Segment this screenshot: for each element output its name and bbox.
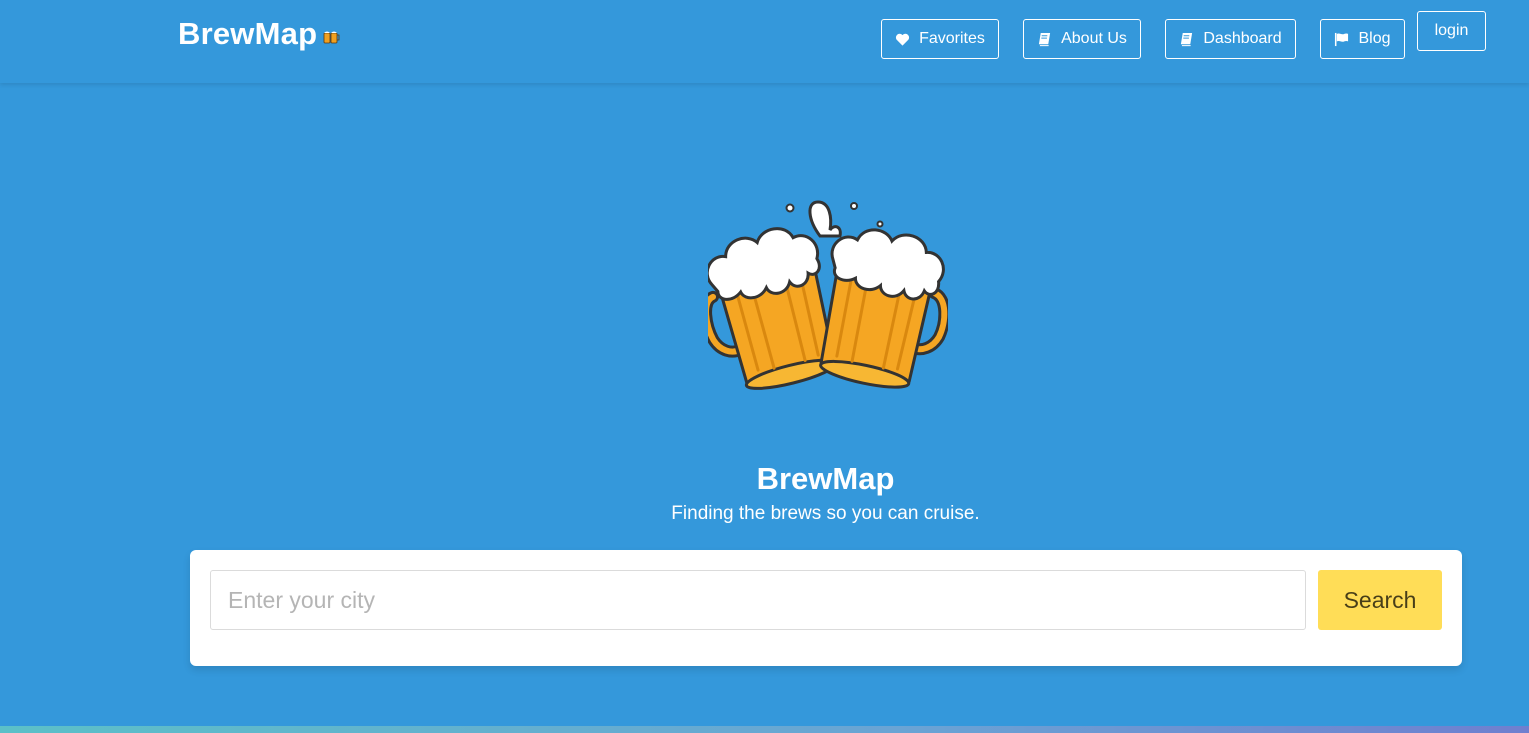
dashboard-button[interactable]: Dashboard [1165,19,1296,59]
blog-label: Blog [1358,30,1391,47]
book-icon [1038,32,1051,46]
bottom-gradient-strip [0,726,1529,733]
about-us-label: About Us [1061,30,1127,47]
page: BrewMap Favorites About Us Dashboard Blo… [0,0,1529,733]
heart-icon [896,33,910,46]
hero-subtitle: Finding the brews so you can cruise. [671,503,980,524]
book-icon [1181,32,1193,46]
dashboard-label: Dashboard [1203,30,1282,47]
navbar: BrewMap Favorites About Us Dashboard Blo… [0,0,1529,83]
search-card: Search [190,550,1462,666]
search-button[interactable]: Search [1318,570,1442,630]
blog-button[interactable]: Blog [1320,19,1405,59]
hero-title: BrewMap [756,461,895,496]
beer-mugs-icon [323,31,340,44]
favorites-label: Favorites [919,30,985,47]
city-search-input[interactable] [210,570,1306,630]
favorites-button[interactable]: Favorites [881,19,999,59]
brand-link[interactable]: BrewMap [178,16,340,52]
login-button[interactable]: login [1417,11,1486,51]
flag-icon [1335,32,1349,46]
about-us-button[interactable]: About Us [1023,19,1141,59]
brand-name: BrewMap [178,16,318,51]
clinking-beer-mugs-icon [708,200,948,390]
login-label: login [1434,22,1469,39]
